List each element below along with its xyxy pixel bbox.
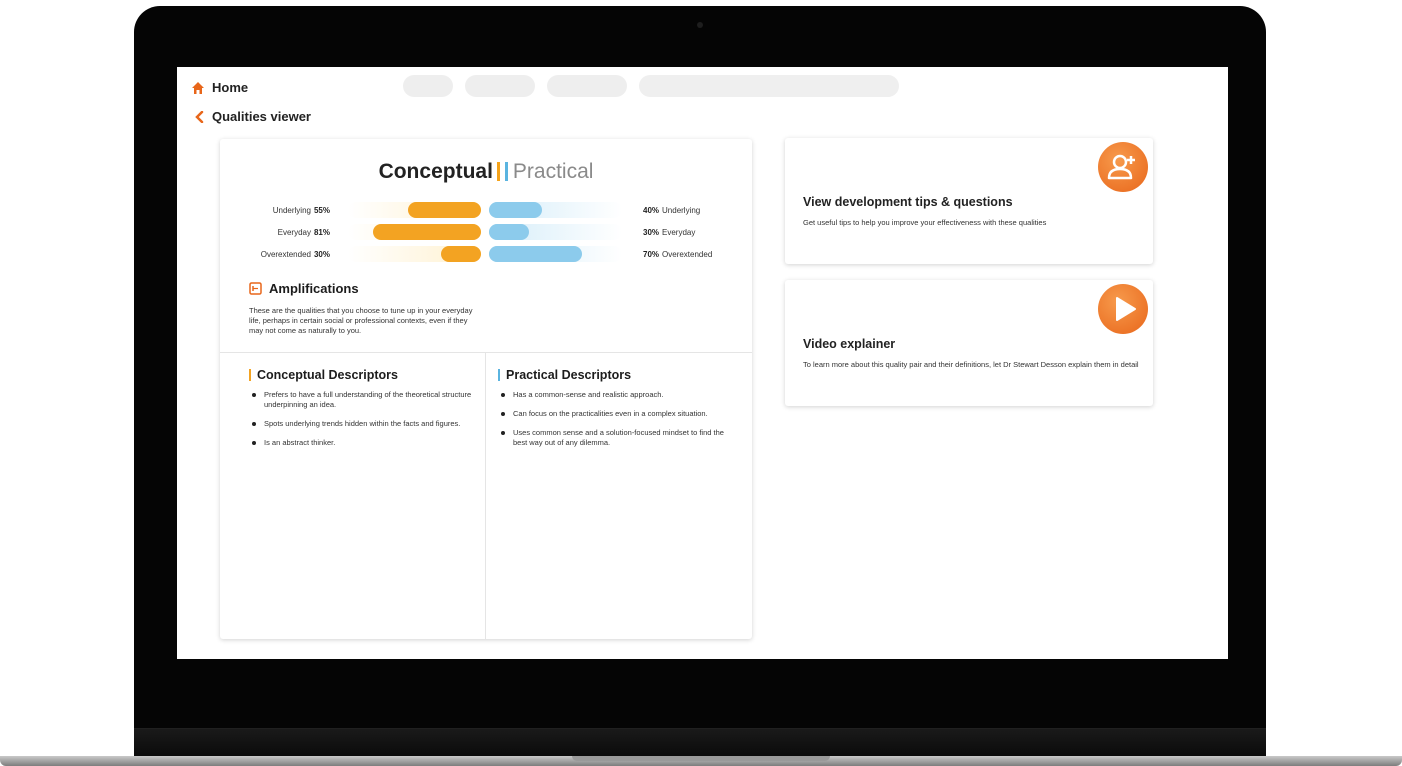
left-value: 81% (313, 228, 330, 237)
row-name: Overextended (260, 250, 311, 259)
amplifications-text: These are the qualities that you choose … (249, 306, 473, 335)
conceptual-title: Conceptual (378, 160, 493, 183)
development-tips-card[interactable]: View development tips & questions Get us… (785, 138, 1153, 264)
conceptual-descriptors-heading: Conceptual Descriptors (249, 368, 489, 382)
base-notch (572, 756, 830, 761)
row-underlying: Underlying 55% 40% Underlying (220, 202, 752, 218)
tips-title: View development tips & questions (803, 195, 1013, 209)
conceptual-bar (407, 202, 481, 218)
video-title: Video explainer (803, 337, 896, 351)
row-name: Overextended (662, 250, 713, 259)
video-explainer-card[interactable]: Video explainer To learn more about this… (785, 280, 1153, 406)
practical-descriptors-heading: Practical Descriptors (498, 368, 738, 382)
practical-bar (489, 202, 543, 218)
right-row-label: 40% Underlying (643, 206, 700, 215)
practical-list: Has a common-sense and realistic approac… (498, 390, 738, 448)
conceptual-descriptors: Conceptual Descriptors Prefers to have a… (249, 368, 489, 457)
practical-track (489, 246, 622, 262)
right-value: 40% (643, 206, 660, 215)
document-icon (249, 282, 262, 295)
practical-track (489, 202, 622, 218)
list-item: Prefers to have a full understanding of … (249, 390, 489, 410)
orange-marker (249, 369, 251, 381)
background-toolbar (397, 67, 1217, 107)
blue-marker (504, 162, 508, 181)
orange-marker (496, 162, 500, 181)
right-row-label: 30% Everyday (643, 228, 695, 237)
divider (220, 352, 752, 353)
list-item: Is an abstract thinker. (249, 438, 489, 448)
chevron-left-icon (195, 110, 204, 123)
user-add-glyph (1107, 154, 1135, 180)
conceptual-list: Prefers to have a full understanding of … (249, 390, 489, 448)
practical-title: Practical (512, 160, 594, 183)
conceptual-descriptors-title: Conceptual Descriptors (257, 368, 399, 382)
practical-bar (489, 224, 529, 240)
play-glyph (1116, 297, 1136, 321)
row-name: Everyday (662, 228, 696, 237)
list-item: Uses common sense and a solution-focused… (498, 428, 738, 448)
conceptual-track (348, 246, 481, 262)
amplifications-heading: Amplifications (249, 281, 359, 296)
left-row-label: Underlying 55% (273, 206, 330, 215)
video-text: To learn more about this quality pair an… (803, 360, 1139, 369)
left-row-label: Everyday 81% (278, 228, 330, 237)
list-item: Spots underlying trends hidden within th… (249, 419, 489, 429)
practical-descriptors-title: Practical Descriptors (506, 368, 632, 382)
back-label: Qualities viewer (212, 109, 311, 124)
home-icon (192, 81, 204, 94)
row-overextended: Overextended 30% 70% Overextended (220, 246, 752, 262)
right-value: 30% (643, 228, 660, 237)
blue-marker (498, 369, 500, 381)
left-value: 30% (313, 250, 330, 259)
left-value: 55% (313, 206, 330, 215)
row-name: Underlying (272, 206, 311, 215)
row-everyday: Everyday 81% 30% Everyday (220, 224, 752, 240)
conceptual-track (348, 224, 481, 240)
row-name: Underlying (662, 206, 701, 215)
right-row-label: 70% Overextended (643, 250, 712, 259)
practical-track (489, 224, 622, 240)
home-label: Home (212, 80, 249, 95)
conceptual-bar (373, 224, 481, 240)
practical-bar (489, 246, 583, 262)
back-link[interactable]: Qualities viewer (195, 109, 311, 124)
user-add-icon (1098, 142, 1148, 192)
laptop-base (0, 756, 1402, 766)
list-item: Has a common-sense and realistic approac… (498, 390, 738, 400)
row-name: Everyday (277, 228, 311, 237)
tips-text: Get useful tips to help you improve your… (803, 218, 1047, 227)
app-screen: Home Qualities viewer Conceptual Practica… (177, 67, 1228, 659)
pair-title: Conceptual Practical (220, 160, 752, 184)
conceptual-track (348, 202, 481, 218)
list-item: Can focus on the practicalities even in … (498, 409, 738, 419)
home-link[interactable]: Home (191, 80, 248, 95)
camera (697, 22, 703, 28)
play-icon[interactable] (1098, 284, 1148, 334)
conceptual-bar (441, 246, 481, 262)
qualities-card: Conceptual Practical Underlying 55% 40% Und… (220, 139, 752, 639)
practical-descriptors: Practical Descriptors Has a common-sense… (498, 368, 738, 457)
left-row-label: Overextended 30% (261, 250, 330, 259)
right-value: 70% (643, 250, 660, 259)
laptop-chin (134, 728, 1266, 758)
amplifications-title: Amplifications (269, 281, 359, 296)
